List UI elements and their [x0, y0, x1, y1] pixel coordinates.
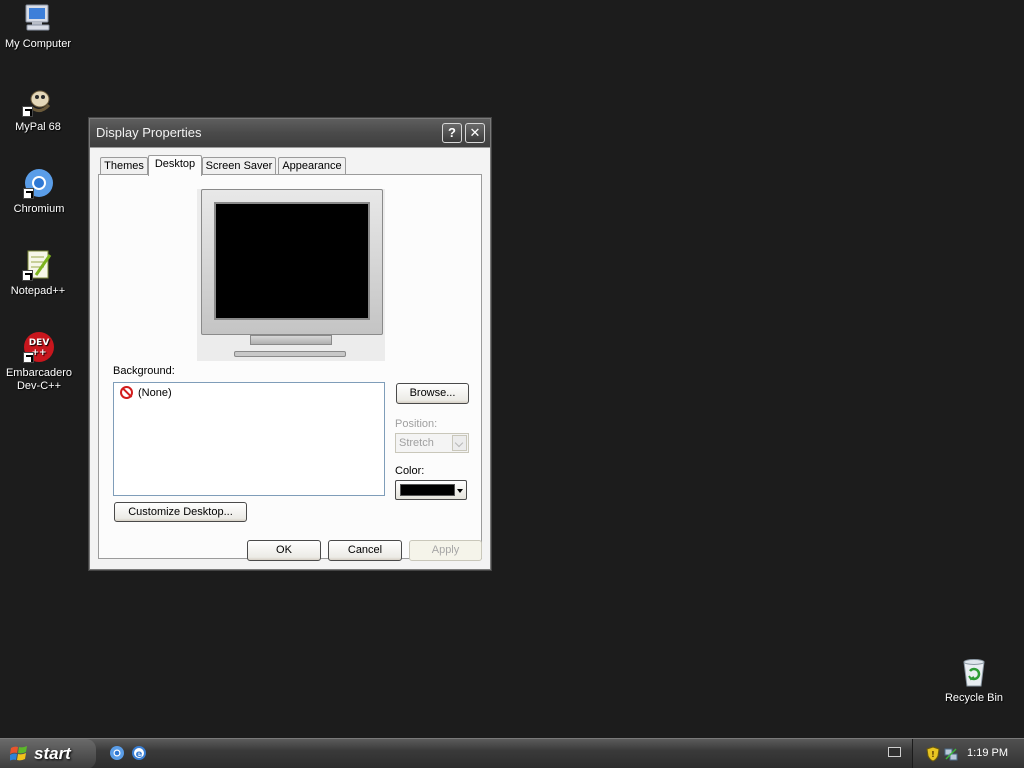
help-button[interactable]: ?: [442, 123, 462, 143]
color-picker-button[interactable]: [395, 480, 467, 500]
keyboard-icon[interactable]: [888, 747, 901, 757]
chromium-icon[interactable]: [109, 745, 125, 761]
position-select[interactable]: Stretch: [395, 433, 469, 453]
shortcut-arrow-icon: [22, 106, 33, 117]
my-computer-icon: [22, 2, 54, 34]
position-label: Position:: [395, 418, 438, 430]
svg-text:e: e: [136, 749, 143, 760]
system-tray: ! 1:19 PM: [912, 739, 1024, 768]
position-value: Stretch: [399, 437, 434, 449]
background-list[interactable]: (None): [113, 382, 385, 496]
desktop-icon-label: Notepad++: [10, 285, 66, 297]
security-shield-icon[interactable]: !: [925, 746, 941, 762]
desktop-icon-my-computer[interactable]: My Computer: [0, 2, 76, 51]
desktop-icon-devcpp[interactable]: DEV ++ Embarcadero Dev-C++: [1, 331, 77, 393]
tab-screen-saver[interactable]: Screen Saver: [202, 157, 276, 175]
mypal-icon: [22, 85, 54, 117]
desktop-icon-label: My Computer: [4, 38, 72, 50]
shortcut-arrow-icon: [23, 188, 34, 199]
desktop-icon-notepad-plus-plus[interactable]: Notepad++: [0, 249, 76, 298]
shortcut-arrow-icon: [22, 270, 33, 281]
svg-text:DEV: DEV: [29, 338, 50, 348]
close-button[interactable]: ✕: [465, 123, 485, 143]
windows-logo-icon: [10, 746, 27, 761]
recycle-bin-icon: [958, 656, 990, 688]
desktop-icon-label: Chromium: [13, 203, 65, 215]
display-properties-dialog: Display Properties ? ✕ Themes Desktop Sc…: [89, 118, 491, 570]
dialog-titlebar[interactable]: Display Properties ? ✕: [90, 119, 490, 147]
internet-explorer-icon[interactable]: e: [131, 745, 147, 761]
desktop-tab-panel: Background: (None) Browse... Position: S…: [98, 174, 482, 559]
svg-text:!: !: [931, 750, 935, 759]
dialog-title: Display Properties: [96, 125, 202, 140]
start-label: start: [34, 744, 71, 763]
desktop-icon-label: Embarcadero Dev-C++: [5, 367, 73, 392]
list-item[interactable]: (None): [120, 386, 172, 399]
color-swatch: [400, 484, 455, 496]
background-label: Background:: [113, 365, 175, 377]
none-icon: [120, 386, 133, 399]
chromium-icon: [23, 167, 55, 199]
apply-button[interactable]: Apply: [409, 540, 482, 561]
tab-desktop[interactable]: Desktop: [148, 155, 202, 176]
color-label: Color:: [395, 465, 425, 477]
notepad-plus-plus-icon: [22, 249, 54, 281]
monitor-preview: [197, 189, 385, 361]
tab-themes[interactable]: Themes: [100, 157, 148, 175]
shortcut-arrow-icon: [23, 352, 34, 363]
clock[interactable]: 1:19 PM: [967, 747, 1008, 759]
chevron-down-icon: [452, 435, 467, 451]
devcpp-icon: DEV ++: [23, 331, 55, 363]
browse-button[interactable]: Browse...: [396, 383, 469, 404]
taskbar: start e ! 1:19 PM: [0, 738, 1024, 768]
desktop-icon-mypal[interactable]: MyPal 68: [0, 85, 76, 134]
ok-button[interactable]: OK: [247, 540, 321, 561]
tab-appearance[interactable]: Appearance: [278, 157, 346, 175]
cancel-button[interactable]: Cancel: [328, 540, 402, 561]
monitor-screen-preview: [214, 202, 370, 320]
dialog-body: Themes Desktop Screen Saver Appearance B…: [90, 147, 490, 569]
network-icon[interactable]: [943, 746, 959, 762]
start-button[interactable]: start: [0, 739, 96, 768]
monitor-stand: [250, 335, 332, 345]
desktop-icon-recycle-bin[interactable]: Recycle Bin: [936, 656, 1012, 705]
desktop-icon-label: MyPal 68: [15, 121, 61, 133]
list-item-label: (None): [138, 386, 172, 399]
customize-desktop-button[interactable]: Customize Desktop...: [114, 502, 247, 522]
desktop-icon-label: Recycle Bin: [944, 692, 1004, 704]
dropdown-arrow-icon: [457, 489, 463, 493]
monitor-frame: [201, 189, 383, 335]
desktop-icon-chromium[interactable]: Chromium: [1, 167, 77, 216]
monitor-base: [234, 351, 346, 357]
